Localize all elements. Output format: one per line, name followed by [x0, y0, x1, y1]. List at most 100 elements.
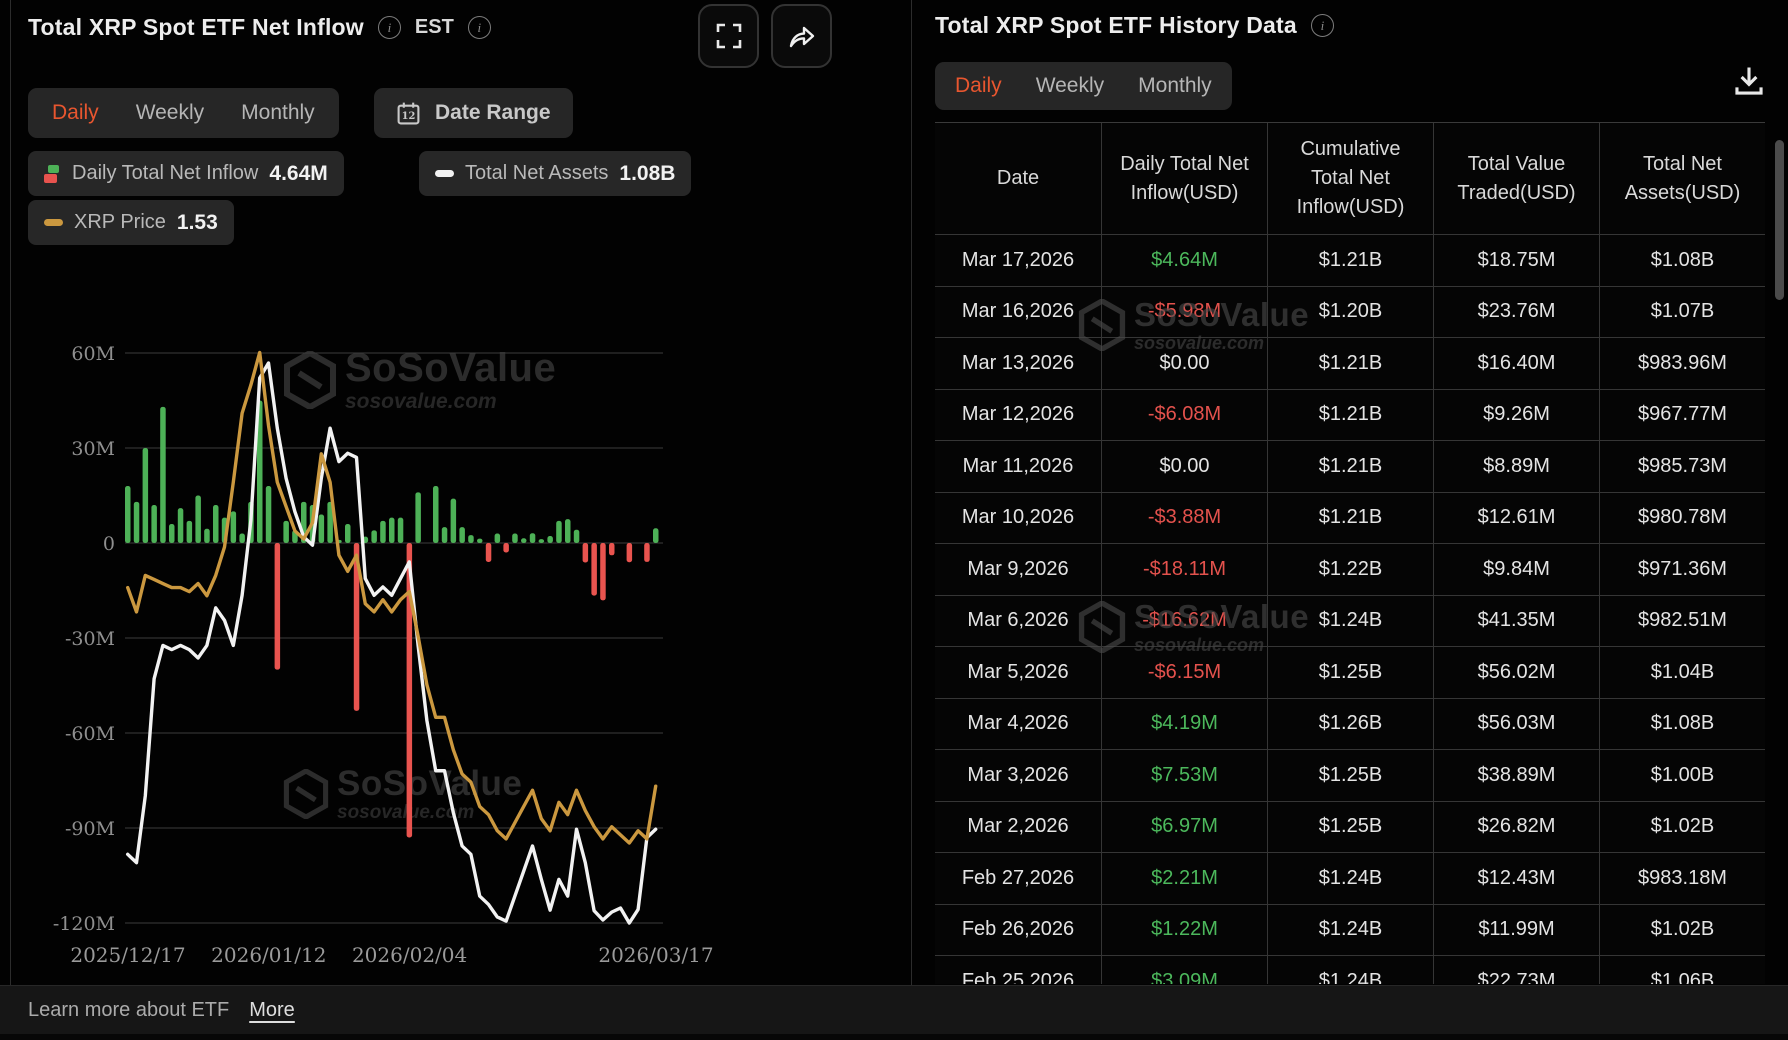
- share-button[interactable]: [771, 4, 832, 68]
- cell-daily-inflow: -$3.88M: [1101, 493, 1267, 545]
- page-footer: Learn more about ETF More: [0, 985, 1788, 1035]
- fullscreen-button[interactable]: [698, 4, 759, 68]
- info-icon[interactable]: i: [1311, 14, 1334, 37]
- tab-daily[interactable]: Daily: [52, 101, 99, 125]
- inflow-bar: [627, 543, 633, 562]
- table-row: Mar 3,2026$7.53M$1.25B$38.89M$1.00B: [935, 750, 1765, 802]
- inflow-bar: [644, 543, 650, 562]
- table-row: Mar 6,2026-$16.62M$1.24B$41.35M$982.51M: [935, 596, 1765, 648]
- cell-date: Mar 11,2026: [935, 441, 1101, 493]
- legend-daily-net-inflow[interactable]: Daily Total Net Inflow 4.64M: [28, 151, 344, 196]
- cell-value-traded: $56.03M: [1433, 699, 1599, 751]
- table-row: Mar 16,2026-$5.98M$1.20B$23.76M$1.07B: [935, 287, 1765, 339]
- inflow-bar: [389, 518, 395, 543]
- cell-cumulative-inflow: $1.25B: [1267, 802, 1433, 854]
- panel-divider: [911, 0, 912, 985]
- svg-text:12: 12: [402, 111, 416, 122]
- inflow-bar: [151, 505, 157, 543]
- inflow-bar: [134, 502, 140, 543]
- table-row: Mar 13,2026$0.00$1.21B$16.40M$983.96M: [935, 338, 1765, 390]
- etf-dashboard: SoSoValue sosovalue.com SoSoValue sosova…: [0, 0, 1788, 1040]
- table-row: Feb 25,2026$3.09M$1.24B$22.73M$1.06B: [935, 956, 1765, 984]
- inflow-bar: [574, 530, 580, 543]
- xrp-price-line: [128, 352, 656, 842]
- cell-net-assets: $983.18M: [1599, 853, 1765, 905]
- cell-date: Feb 27,2026: [935, 853, 1101, 905]
- table-row: Mar 17,2026$4.64M$1.21B$18.75M$1.08B: [935, 235, 1765, 287]
- x-axis-label: 2026/02/04: [352, 943, 467, 967]
- history-table-title: Total XRP Spot ETF History Data: [935, 12, 1297, 39]
- table-interval-tabs: Daily Weekly Monthly: [935, 62, 1232, 110]
- white-dash-icon: [435, 170, 454, 177]
- inflow-bar: [530, 533, 536, 543]
- tab-weekly[interactable]: Weekly: [136, 101, 204, 125]
- tab-monthly[interactable]: Monthly: [241, 101, 315, 125]
- cell-net-assets: $1.08B: [1599, 699, 1765, 751]
- inflow-bar: [600, 543, 606, 600]
- inflow-bar: [231, 511, 237, 543]
- legend-value: 1.53: [177, 211, 218, 235]
- cell-cumulative-inflow: $1.21B: [1267, 338, 1433, 390]
- cell-daily-inflow: -$6.08M: [1101, 390, 1267, 442]
- column-header: Date: [935, 123, 1101, 235]
- table-row: Mar 4,2026$4.19M$1.26B$56.03M$1.08B: [935, 699, 1765, 751]
- cell-cumulative-inflow: $1.21B: [1267, 493, 1433, 545]
- tab-daily[interactable]: Daily: [955, 74, 1002, 98]
- info-icon[interactable]: i: [378, 16, 401, 39]
- inflow-bar: [591, 543, 597, 596]
- cell-cumulative-inflow: $1.24B: [1267, 905, 1433, 957]
- column-header: Total Value Traded(USD): [1433, 123, 1599, 235]
- tab-weekly[interactable]: Weekly: [1036, 74, 1104, 98]
- y-axis-left-label: 0: [103, 533, 115, 555]
- inflow-bar: [565, 519, 571, 543]
- legend-label: Daily Total Net Inflow: [72, 162, 258, 185]
- cell-value-traded: $18.75M: [1433, 235, 1599, 287]
- table-row: Mar 2,2026$6.97M$1.25B$26.82M$1.02B: [935, 802, 1765, 854]
- cell-cumulative-inflow: $1.24B: [1267, 956, 1433, 984]
- inflow-bar: [195, 496, 201, 544]
- table-scrollbar[interactable]: [1775, 140, 1784, 300]
- inflow-bar: [204, 529, 210, 543]
- cell-daily-inflow: $4.19M: [1101, 699, 1267, 751]
- table-row: Feb 26,2026$1.22M$1.24B$11.99M$1.02B: [935, 905, 1765, 957]
- chart-title: Total XRP Spot ETF Net Inflow: [28, 14, 364, 41]
- tab-monthly[interactable]: Monthly: [1138, 74, 1212, 98]
- legend-value: 1.08B: [619, 162, 675, 186]
- table-row: Mar 12,2026-$6.08M$1.21B$9.26M$967.77M: [935, 390, 1765, 442]
- info-icon[interactable]: i: [468, 16, 491, 39]
- cell-net-assets: $1.07B: [1599, 287, 1765, 339]
- inflow-bar: [495, 534, 501, 544]
- footer-more-link[interactable]: More: [249, 999, 295, 1022]
- download-button[interactable]: [1732, 64, 1766, 103]
- cell-date: Mar 10,2026: [935, 493, 1101, 545]
- cell-net-assets: $982.51M: [1599, 596, 1765, 648]
- cell-value-traded: $41.35M: [1433, 596, 1599, 648]
- cell-date: Mar 5,2026: [935, 647, 1101, 699]
- table-row: Mar 10,2026-$3.88M$1.21B$12.61M$980.78M: [935, 493, 1765, 545]
- cell-value-traded: $9.26M: [1433, 390, 1599, 442]
- cell-cumulative-inflow: $1.24B: [1267, 596, 1433, 648]
- column-header: Daily Total Net Inflow(USD): [1101, 123, 1267, 235]
- inflow-bar: [380, 521, 386, 543]
- inflow-bar: [486, 543, 492, 562]
- date-range-label: Date Range: [435, 101, 551, 125]
- cell-value-traded: $22.73M: [1433, 956, 1599, 984]
- y-axis-left-label: -120M: [53, 913, 115, 935]
- cell-daily-inflow: $3.09M: [1101, 956, 1267, 984]
- inflow-bar: [609, 543, 615, 555]
- cell-cumulative-inflow: $1.21B: [1267, 390, 1433, 442]
- netflow-chart[interactable]: 60M30M0-30M-60M-90M-120M1.65B1.6B1.5B1.4…: [11, 0, 911, 985]
- legend-total-net-assets[interactable]: Total Net Assets 1.08B: [419, 151, 691, 196]
- cell-net-assets: $971.36M: [1599, 544, 1765, 596]
- cell-cumulative-inflow: $1.21B: [1267, 441, 1433, 493]
- cell-daily-inflow: -$18.11M: [1101, 544, 1267, 596]
- timezone-label: EST: [415, 16, 454, 39]
- cell-cumulative-inflow: $1.20B: [1267, 287, 1433, 339]
- y-axis-left-label: -90M: [65, 818, 115, 840]
- inflow-bar: [160, 407, 166, 543]
- legend-xrp-price[interactable]: XRP Price 1.53: [28, 200, 234, 245]
- legend-label: Total Net Assets: [465, 162, 608, 185]
- net-inflow-panel: SoSoValue sosovalue.com SoSoValue sosova…: [11, 0, 911, 985]
- x-axis-label: 2026/01/12: [211, 943, 326, 967]
- date-range-button[interactable]: 12 Date Range: [374, 88, 573, 138]
